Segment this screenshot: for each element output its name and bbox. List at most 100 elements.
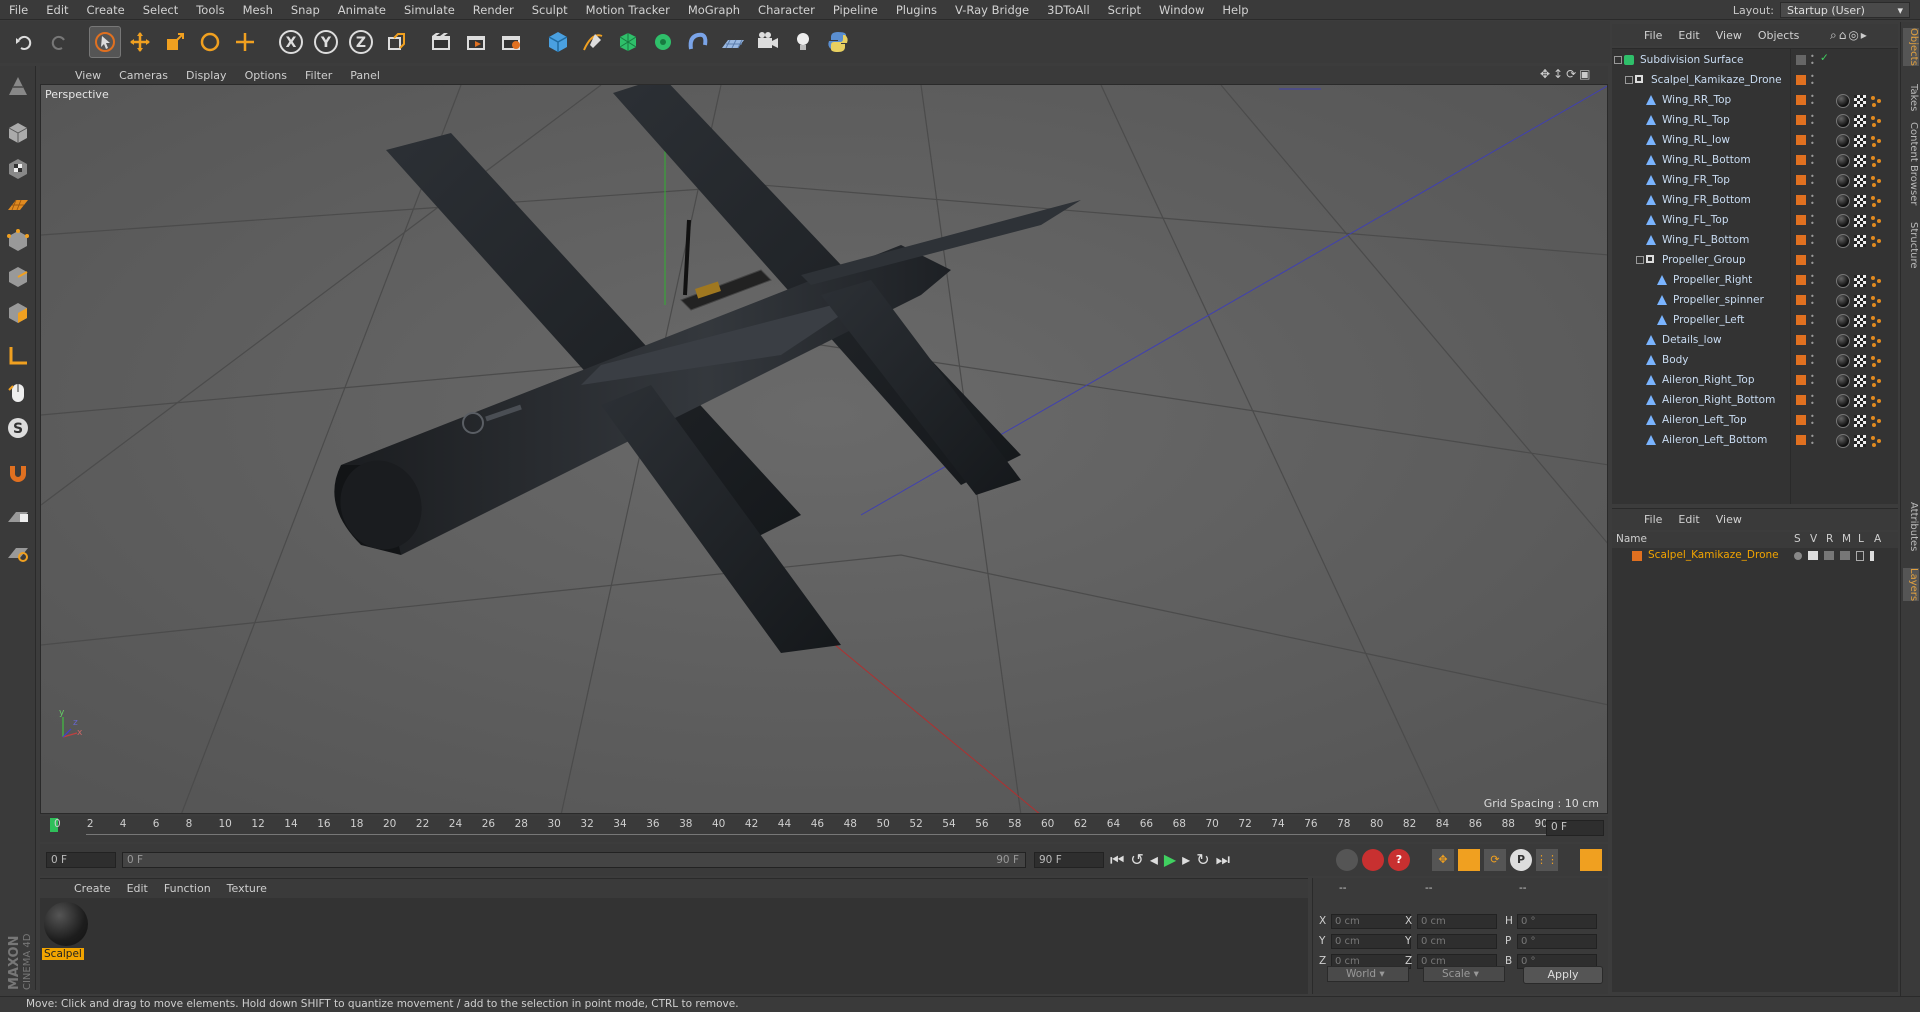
- camera-icon[interactable]: [752, 26, 784, 58]
- right-tab-attributes[interactable]: Attributes: [1903, 502, 1919, 551]
- material-menu-texture[interactable]: Texture: [219, 882, 275, 895]
- layer-visible-icon[interactable]: [1808, 551, 1818, 560]
- visibility-dots-icon[interactable]: • •: [1810, 53, 1815, 68]
- right-tab-layers[interactable]: Layers: [1903, 568, 1919, 602]
- menu-plugins[interactable]: Plugins: [887, 3, 946, 17]
- menu-edit[interactable]: Edit: [37, 3, 77, 17]
- expand-icon[interactable]: [1625, 76, 1633, 84]
- menu-script[interactable]: Script: [1099, 3, 1150, 17]
- coord-value-field[interactable]: 0 °: [1517, 934, 1597, 949]
- visibility-dots-icon[interactable]: • •: [1810, 333, 1815, 348]
- material-tag-icon[interactable]: [1836, 274, 1850, 288]
- expand-icon[interactable]: [1636, 256, 1644, 264]
- enabled-check-icon[interactable]: ✓: [1820, 52, 1829, 64]
- phong-tag-icon[interactable]: [1870, 315, 1882, 327]
- menu-help[interactable]: Help: [1213, 3, 1257, 17]
- visibility-dots-icon[interactable]: • •: [1810, 253, 1815, 268]
- right-tab-content-browser[interactable]: Content Browser: [1903, 122, 1919, 205]
- uvw-tag-icon[interactable]: [1854, 315, 1866, 327]
- phong-tag-icon[interactable]: [1870, 435, 1882, 447]
- object-name[interactable]: Aileron_Left_Bottom: [1662, 434, 1767, 446]
- menu-motion-tracker[interactable]: Motion Tracker: [577, 3, 679, 17]
- apply-button[interactable]: Apply: [1523, 966, 1603, 984]
- layer-color-tag[interactable]: [1796, 395, 1806, 405]
- range-slider[interactable]: 0 F 90 F: [122, 852, 1026, 868]
- object-menu-objects[interactable]: Objects: [1750, 29, 1808, 42]
- phong-tag-icon[interactable]: [1870, 155, 1882, 167]
- coord-value-field[interactable]: 0 cm: [1331, 914, 1411, 929]
- object-row[interactable]: Wing_FR_Bottom • •: [1612, 191, 1898, 211]
- material-tag-icon[interactable]: [1836, 434, 1850, 448]
- object-name[interactable]: Propeller_Group: [1662, 254, 1746, 266]
- coord-value-field[interactable]: 0 cm: [1331, 934, 1411, 949]
- model-mode-icon[interactable]: [4, 118, 32, 146]
- menu-v-ray-bridge[interactable]: V-Ray Bridge: [946, 3, 1038, 17]
- object-row[interactable]: Wing_FL_Top • •: [1612, 211, 1898, 231]
- object-name[interactable]: Wing_RL_Bottom: [1662, 154, 1751, 166]
- object-row[interactable]: Propeller_Right • •: [1612, 271, 1898, 291]
- y-axis-lock-button[interactable]: Y: [310, 26, 342, 58]
- object-name[interactable]: Details_low: [1662, 334, 1722, 346]
- uvw-tag-icon[interactable]: [1854, 135, 1866, 147]
- material-tag-icon[interactable]: [1836, 374, 1850, 388]
- layer-color-tag[interactable]: [1796, 375, 1806, 385]
- menu-create[interactable]: Create: [78, 3, 134, 17]
- object-row[interactable]: Propeller_Group • •: [1612, 251, 1898, 271]
- material-tag-icon[interactable]: [1836, 154, 1850, 168]
- material-tag-icon[interactable]: [1836, 194, 1850, 208]
- uvw-tag-icon[interactable]: [1854, 295, 1866, 307]
- object-row[interactable]: Wing_FR_Top • •: [1612, 171, 1898, 191]
- phong-tag-icon[interactable]: [1870, 215, 1882, 227]
- menu-render[interactable]: Render: [464, 3, 523, 17]
- object-row[interactable]: Aileron_Left_Top • •: [1612, 411, 1898, 431]
- visibility-dots-icon[interactable]: • •: [1810, 93, 1815, 108]
- menu-mesh[interactable]: Mesh: [234, 3, 282, 17]
- layer-color-tag[interactable]: [1796, 255, 1806, 265]
- floor-scene-icon[interactable]: [717, 26, 749, 58]
- menu-character[interactable]: Character: [749, 3, 824, 17]
- viewport-menu-display[interactable]: Display: [177, 69, 236, 82]
- right-tab-takes[interactable]: Takes: [1903, 84, 1919, 111]
- scale-tool-icon[interactable]: [159, 26, 191, 58]
- object-name[interactable]: Wing_FL_Top: [1662, 214, 1729, 226]
- visibility-dots-icon[interactable]: • •: [1810, 293, 1815, 308]
- material-menu-edit[interactable]: Edit: [119, 882, 156, 895]
- coordinate-system-icon[interactable]: [380, 26, 412, 58]
- phong-tag-icon[interactable]: [1870, 135, 1882, 147]
- edges-mode-icon[interactable]: [4, 262, 32, 290]
- uvw-tag-icon[interactable]: [1854, 335, 1866, 347]
- right-tab-objects[interactable]: Objects: [1903, 28, 1919, 66]
- uvw-tag-icon[interactable]: [1854, 375, 1866, 387]
- menu-animate[interactable]: Animate: [329, 3, 395, 17]
- visibility-dots-icon[interactable]: • •: [1810, 73, 1815, 88]
- layer-menu-edit[interactable]: Edit: [1670, 513, 1707, 526]
- visibility-dots-icon[interactable]: • •: [1810, 393, 1815, 408]
- material-tag-icon[interactable]: [1836, 294, 1850, 308]
- coord-value-field[interactable]: 0 cm: [1417, 934, 1497, 949]
- transform-tool-icon[interactable]: [229, 26, 261, 58]
- phong-tag-icon[interactable]: [1870, 395, 1882, 407]
- uvw-tag-icon[interactable]: [1854, 355, 1866, 367]
- object-name[interactable]: Wing_FR_Bottom: [1662, 194, 1751, 206]
- material-tag-icon[interactable]: [1836, 314, 1850, 328]
- object-row[interactable]: Body • •: [1612, 351, 1898, 371]
- object-row[interactable]: Details_low • •: [1612, 331, 1898, 351]
- uvw-tag-icon[interactable]: [1854, 95, 1866, 107]
- play-icon[interactable]: ▶: [1164, 850, 1176, 870]
- polygons-mode-icon[interactable]: [4, 298, 32, 326]
- lock-workplane-icon[interactable]: [4, 502, 32, 530]
- key-parameter-icon[interactable]: P: [1510, 849, 1532, 871]
- visibility-dots-icon[interactable]: • •: [1810, 153, 1815, 168]
- material-menu-create[interactable]: Create: [66, 882, 119, 895]
- goto-end-icon[interactable]: ⏭: [1216, 850, 1230, 870]
- tweak-mode-icon[interactable]: [4, 378, 32, 406]
- object-name[interactable]: Aileron_Right_Bottom: [1662, 394, 1775, 406]
- phong-tag-icon[interactable]: [1870, 115, 1882, 127]
- layer-color-tag[interactable]: [1796, 195, 1806, 205]
- select-tool-icon[interactable]: [89, 26, 121, 58]
- object-menu-view[interactable]: View: [1708, 29, 1750, 42]
- object-name[interactable]: Subdivision Surface: [1640, 54, 1744, 66]
- phong-tag-icon[interactable]: [1870, 175, 1882, 187]
- layer-color-tag[interactable]: [1796, 355, 1806, 365]
- menu-mograph[interactable]: MoGraph: [679, 3, 749, 17]
